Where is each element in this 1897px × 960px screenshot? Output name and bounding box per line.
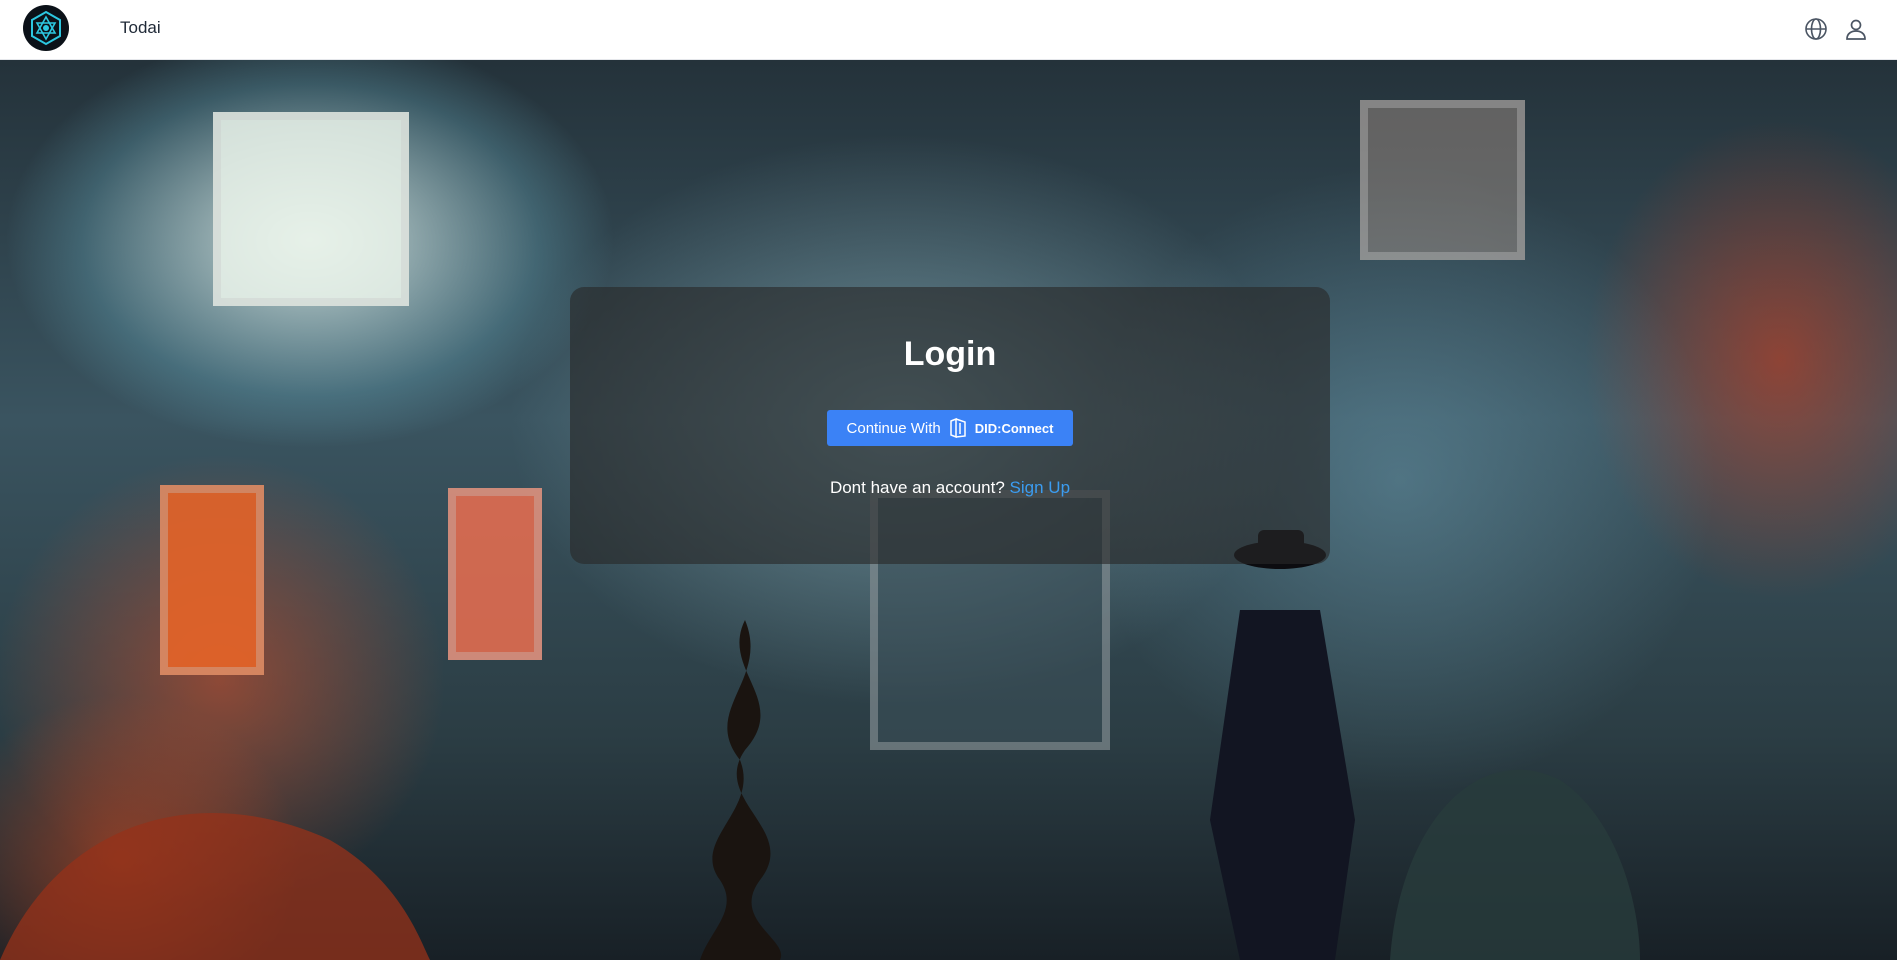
globe-icon bbox=[1805, 18, 1827, 40]
did-connect-icon bbox=[950, 418, 966, 438]
login-title: Login bbox=[903, 335, 997, 373]
did-connect-label: DID:Connect bbox=[974, 420, 1054, 436]
account-button[interactable] bbox=[1843, 16, 1869, 42]
top-navbar: Todai bbox=[0, 0, 1897, 60]
app-logo[interactable] bbox=[23, 5, 69, 51]
signup-row: Dont have an account? Sign Up bbox=[830, 478, 1070, 498]
red-bush bbox=[0, 813, 430, 960]
continue-with-did-button[interactable]: Continue With DID:Connect bbox=[826, 410, 1074, 446]
app-name[interactable]: Todai bbox=[120, 18, 161, 38]
signup-prompt: Dont have an account? bbox=[829, 478, 1005, 497]
man-figure bbox=[1210, 610, 1355, 960]
language-button[interactable] bbox=[1803, 16, 1829, 42]
user-icon bbox=[1846, 19, 1866, 40]
login-card: Login Continue With DID:Connect Dont hav… bbox=[570, 287, 1330, 564]
sign-up-link[interactable]: Sign Up bbox=[1010, 478, 1070, 497]
bush bbox=[1390, 769, 1640, 960]
topiary-tree bbox=[700, 620, 782, 960]
hexagon-star-logo-icon bbox=[31, 10, 61, 46]
continue-label: Continue With bbox=[846, 419, 941, 437]
